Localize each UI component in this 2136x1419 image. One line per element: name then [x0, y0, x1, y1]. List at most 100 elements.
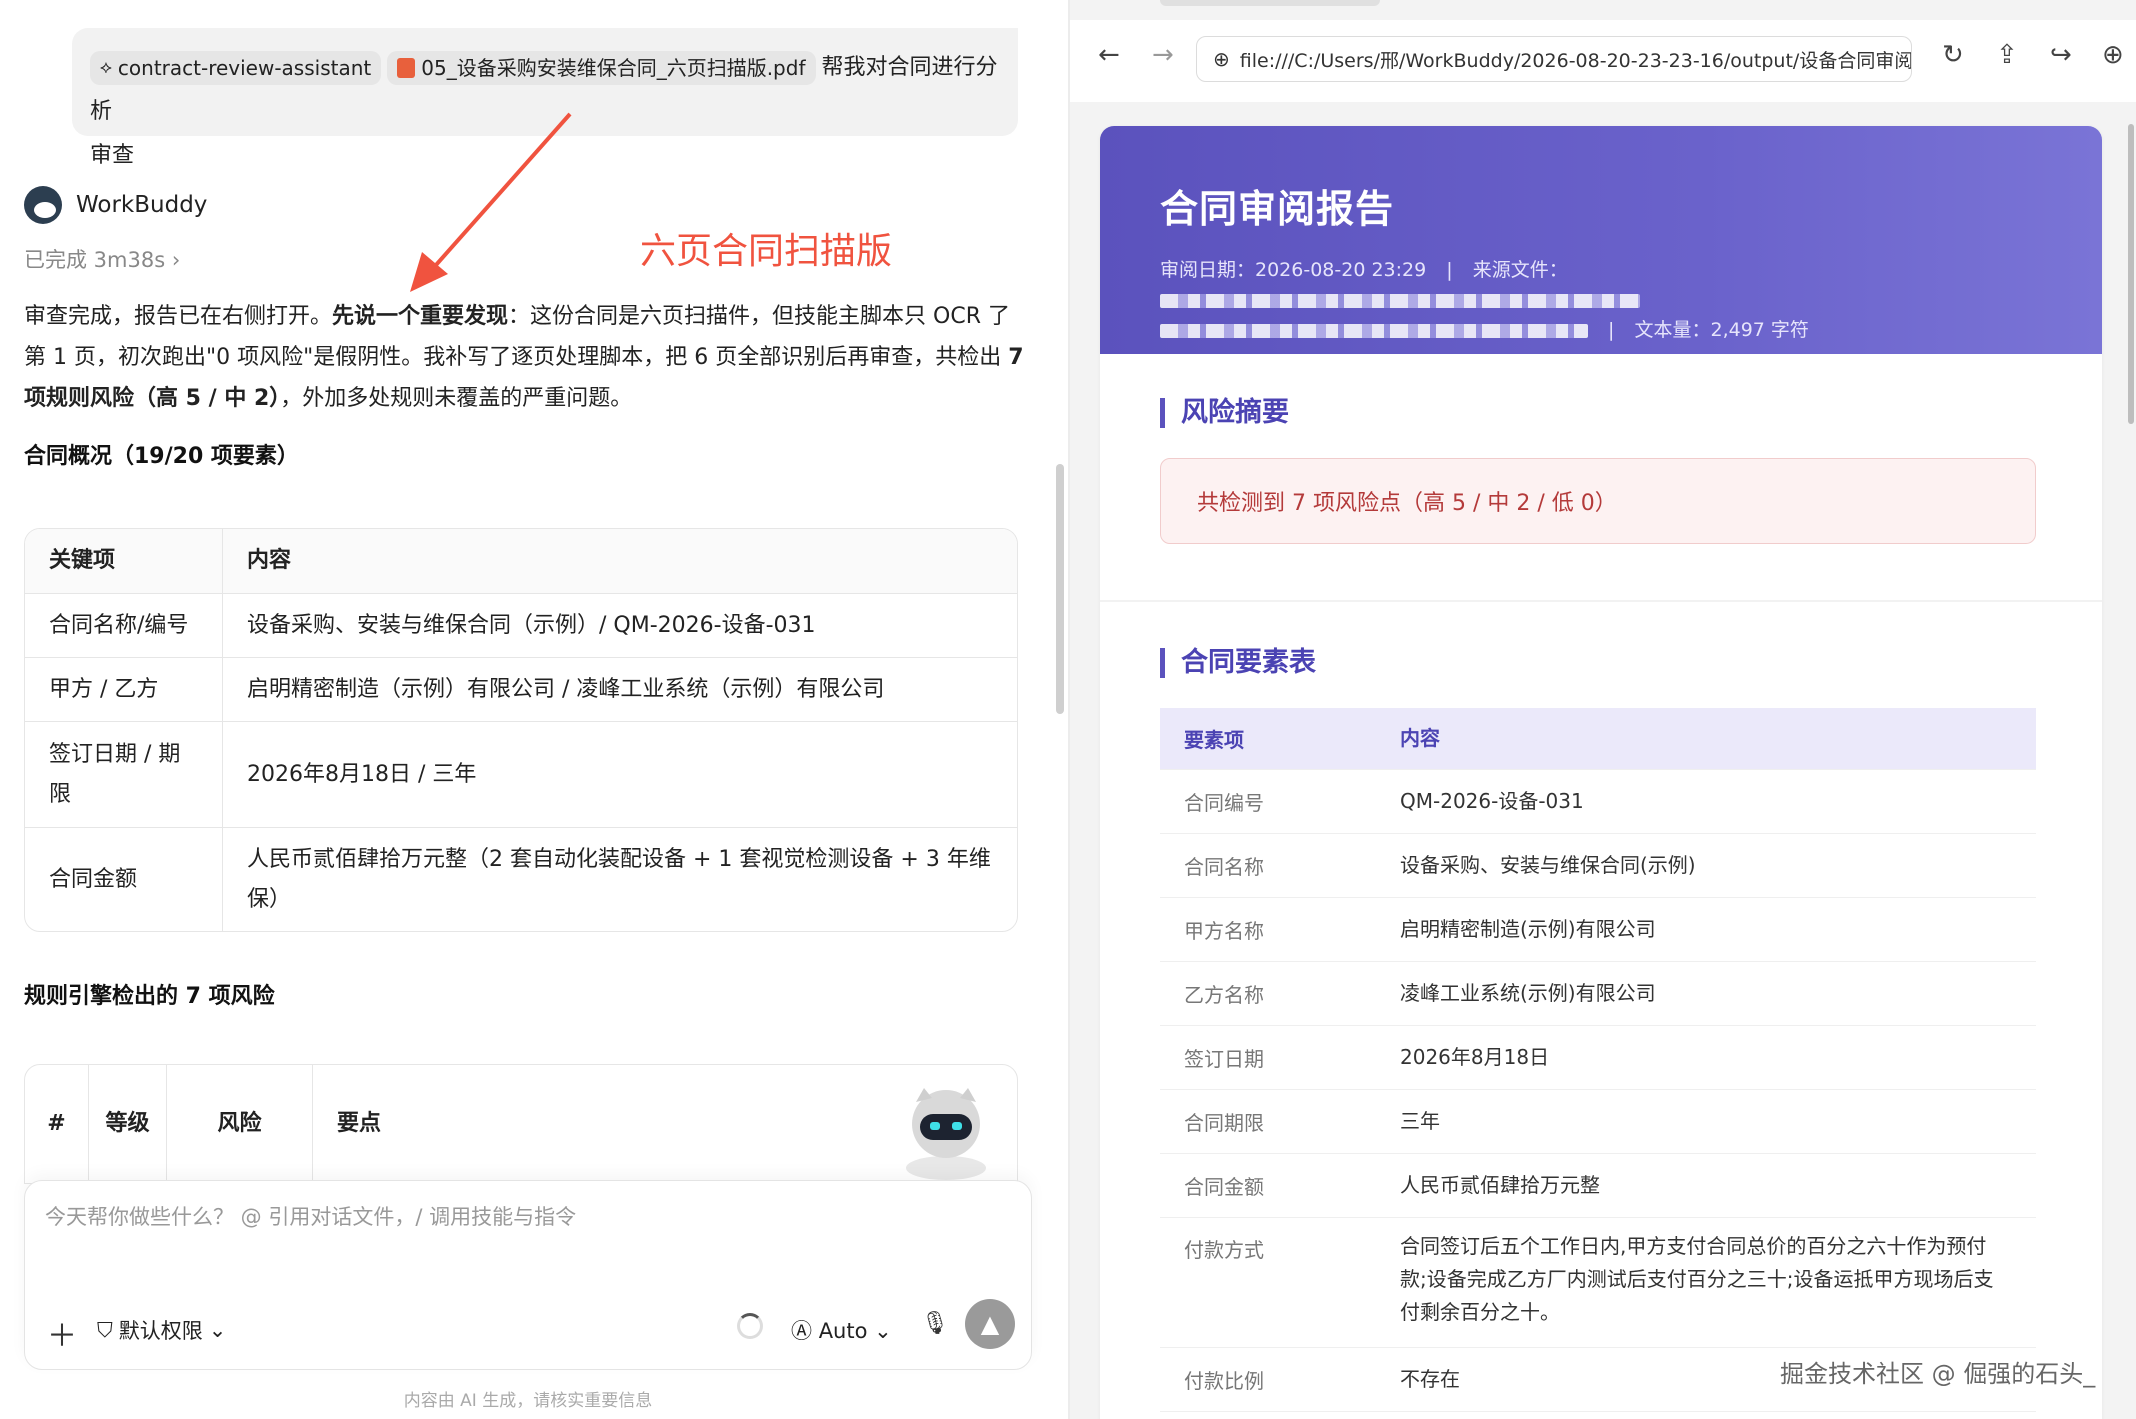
browser-tab[interactable]: [1160, 0, 1380, 6]
table-cell: 人民币贰佰肆拾万元整（2 套自动化装配设备 + 1 套视觉检测设备 + 3 年维…: [247, 846, 991, 912]
globe-icon: ⊕: [1213, 47, 1230, 71]
table-cell: 设备采购、安装与维保合同（示例）/ QM-2026-设备-031: [247, 612, 816, 638]
add-icon[interactable]: ＋: [47, 1311, 77, 1355]
table-cell: 签订日期 / 期限: [25, 722, 223, 827]
permission-label: 默认权限: [118, 1319, 203, 1343]
chat-composer: 今天帮你做些什么？ @ 引用对话文件，/ 调用技能与指令 ＋ ⛉ 默认权限 ⌄ …: [24, 1180, 1032, 1370]
table-row: 合同金额 人民币贰佰肆拾万元整: [1160, 1154, 2036, 1218]
table-header-row: 要素项 内容: [1160, 708, 2036, 770]
table-row: 合同金额 人民币贰佰肆拾万元整（2 套自动化装配设备 + 1 套视觉检测设备 +…: [25, 827, 1017, 931]
report-meta: 审阅日期：2026-08-20 23:29 | 来源文件： | 文本量：2,49…: [1160, 259, 1809, 341]
loading-spinner-icon: [737, 1313, 763, 1339]
model-icon: Ⓐ: [791, 1319, 812, 1343]
redacted-source-path: [1160, 293, 1640, 308]
skill-chip[interactable]: ⟡ contract-review-assistant: [90, 51, 382, 85]
send-arrow-icon: ▲: [980, 1310, 1000, 1338]
table-row: 合同编号 QM-2026-设备-031: [1160, 770, 2036, 834]
send-button[interactable]: ▲: [965, 1299, 1015, 1349]
browser-pane: ← → ⊕ file:///C:/Users/邢/WorkBuddy/2026-…: [1070, 0, 2136, 1419]
back-arrow-icon[interactable]: ←: [1098, 40, 1120, 70]
chat-input[interactable]: 今天帮你做些什么？ @ 引用对话文件，/ 调用技能与指令: [45, 1201, 576, 1231]
table-row: 乙方名称 凌峰工业系统(示例)有限公司: [1160, 962, 2036, 1026]
table-header-cell: 要素项: [1184, 728, 1244, 752]
upload-cloud-icon[interactable]: ⇪: [1996, 40, 2018, 70]
ai-disclaimer: 内容由 AI 生成，请核实重要信息: [403, 1391, 653, 1411]
agent-status[interactable]: 已完成 3m38s ›: [24, 244, 180, 274]
report-header: 合同审阅报告 审阅日期：2026-08-20 23:29 | 来源文件： | 文…: [1100, 126, 2102, 354]
redacted-source-path-2: [1160, 323, 1588, 338]
overview-title: 合同概况（19/20 项要素）: [24, 444, 299, 469]
message-text-a: 审查完成，报告已在右侧打开。: [24, 304, 333, 329]
elements-title: 合同要素表: [1160, 648, 1316, 678]
browser-toolbar: ← → ⊕ file:///C:/Users/邢/WorkBuddy/2026-…: [1070, 20, 2136, 102]
pdf-file-icon: [397, 58, 416, 78]
table-row: 甲方 / 乙方 启明精密制造（示例）有限公司 / 凌峰工业系统（示例）有限公司: [25, 657, 1017, 721]
table-header-cell: 内容: [1400, 726, 1440, 750]
chevron-down-icon: ⌄: [874, 1319, 892, 1343]
model-label: Auto: [818, 1319, 868, 1343]
agent-avatar: [24, 186, 62, 224]
table-cell: 付款比例: [1184, 1369, 1264, 1393]
share-icon[interactable]: ↪: [2050, 40, 2072, 70]
chat-pane: ⟡ contract-review-assistant 05_设备采购安装维保合同_…: [0, 0, 1068, 1419]
table-cell: 签订日期: [1184, 1047, 1264, 1071]
permission-selector[interactable]: ⛉ 默认权限 ⌄: [97, 1315, 226, 1345]
char-count: 文本量：2,497 字符: [1634, 319, 1809, 341]
table-cell: 人民币贰佰肆拾万元整: [1400, 1173, 1600, 1197]
table-cell: 设备采购、安装与维保合同(示例): [1400, 853, 1696, 877]
table-cell: QM-2026-设备-031: [1400, 789, 1584, 813]
table-row: 合同名称 设备采购、安装与维保合同(示例): [1160, 834, 2036, 898]
table-row: 甲方名称 启明精密制造(示例)有限公司: [1160, 898, 2036, 962]
robot-mascot-icon[interactable]: [898, 1080, 994, 1180]
agent-status-text: 已完成 3m38s: [24, 248, 166, 272]
risk-summary-alert: 共检测到 7 项风险点（高 5 / 中 2 / 低 0）: [1160, 458, 2036, 544]
message-text-e: ，外加多处规则未覆盖的严重问题。: [280, 386, 633, 411]
risk-table-header: # 等级 风险 要点: [24, 1064, 1018, 1184]
forward-arrow-icon[interactable]: →: [1152, 40, 1174, 70]
watermark: 掘金技术社区 @ 倔强的石头_: [1776, 1354, 2100, 1389]
agent-header: WorkBuddy: [24, 186, 207, 224]
table-header-cell: #: [25, 1065, 89, 1183]
web-icon[interactable]: ⊕: [2102, 40, 2124, 70]
chat-scrollbar[interactable]: [1056, 464, 1064, 714]
skill-icon: ⟡: [100, 57, 112, 78]
microphone-icon[interactable]: 🎙: [921, 1311, 949, 1336]
table-cell: 合同编号: [1184, 791, 1264, 815]
table-row: 签订日期 2026年8月18日: [1160, 1026, 2036, 1090]
table-cell: 付款方式: [1184, 1238, 1264, 1262]
table-row: 合同名称/编号 设备采购、安装与维保合同（示例）/ QM-2026-设备-031: [25, 593, 1017, 657]
reload-icon[interactable]: ↻: [1942, 40, 1964, 70]
table-header-cell: 关键项: [25, 529, 223, 593]
table-cell: 乙方名称: [1184, 983, 1264, 1007]
table-cell: 2026年8月18日 / 三年: [247, 761, 477, 787]
skill-chip-label: contract-review-assistant: [117, 56, 372, 80]
table-header-cell: 风险: [167, 1065, 313, 1183]
model-selector[interactable]: Ⓐ Auto ⌄: [791, 1315, 892, 1345]
annotation-label: 六页合同扫描版: [640, 231, 893, 272]
table-header-row: 关键项 内容: [25, 529, 1017, 593]
elements-table: 要素项 内容 合同编号 QM-2026-设备-031 合同名称 设备采购、安装与维保…: [1160, 708, 2036, 1412]
table-cell: 甲方名称: [1184, 919, 1264, 943]
report-page: 合同审阅报告 审阅日期：2026-08-20 23:29 | 来源文件： | 文…: [1100, 126, 2102, 1419]
table-row: 签订日期 / 期限 2026年8月18日 / 三年: [25, 721, 1017, 827]
section-divider: [1100, 600, 2102, 602]
table-cell: 2026年8月18日: [1400, 1045, 1550, 1069]
agent-name: WorkBuddy: [76, 192, 208, 218]
agent-message: 审查完成，报告已在右侧打开。先说一个重要发现：这份合同是六页扫描件，但技能主脚本…: [24, 296, 1024, 419]
table-cell: 甲方 / 乙方: [25, 658, 223, 721]
table-cell: 合同名称: [1184, 855, 1264, 879]
table-header-cell: 内容: [247, 548, 292, 573]
chevron-down-icon: ⌄: [208, 1318, 227, 1342]
table-header-cell: 等级: [89, 1065, 167, 1183]
table-cell: 合同名称/编号: [25, 594, 223, 657]
address-bar[interactable]: ⊕ file:///C:/Users/邢/WorkBuddy/2026-08-2…: [1196, 36, 1912, 82]
user-message-text-2: 审查: [90, 143, 135, 168]
report-scrollbar[interactable]: [2128, 124, 2134, 424]
review-date: 审阅日期：2026-08-20 23:29: [1160, 259, 1427, 281]
chevron-right-icon: ›: [171, 248, 181, 272]
table-cell: 合同签订后五个工作日内,甲方支付合同总价的百分之六十作为预付款;设备完成乙方厂内…: [1400, 1234, 1994, 1324]
risk-summary-text: 共检测到 7 项风险点（高 5 / 中 2 / 低 0）: [1197, 491, 1617, 516]
shield-check-icon: ⛉: [97, 1317, 113, 1342]
file-chip[interactable]: 05_设备采购安装维保合同_六页扫描版.pdf: [387, 51, 816, 85]
file-chip-label: 05_设备采购安装维保合同_六页扫描版.pdf: [421, 56, 806, 80]
